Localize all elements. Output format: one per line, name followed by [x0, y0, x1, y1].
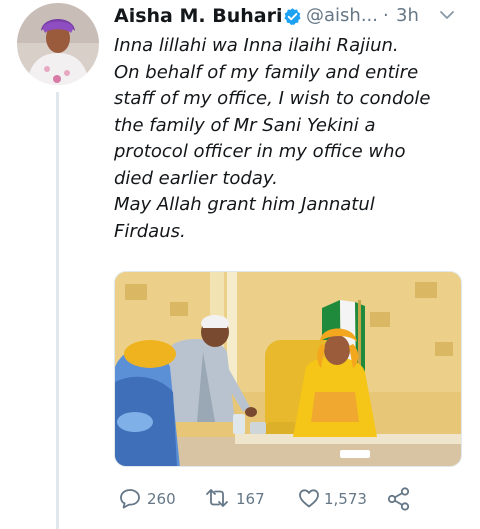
tweet-header: Aisha M. Buhari @aish... · 3h — [114, 4, 470, 30]
tweet-actions: 260 167 1,573 — [114, 484, 474, 514]
retweet-count: 167 — [236, 490, 265, 508]
thread-connector-line — [56, 92, 59, 529]
avatar-photo — [17, 3, 99, 85]
avatar[interactable] — [17, 3, 99, 85]
tweet-media-photo[interactable] — [114, 271, 462, 467]
tweet-line: Inna lillahi wa Inna ilaihi Rajiun. — [114, 35, 399, 56]
tweet-line: died earlier today. — [114, 167, 278, 189]
tweet-timestamp[interactable]: 3h — [396, 5, 419, 27]
author-name[interactable]: Aisha M. Buhari — [114, 4, 282, 28]
retweet-icon — [206, 489, 228, 507]
share-icon — [387, 487, 410, 511]
tweet-line: protocol officer in my office who — [114, 141, 406, 162]
verified-badge-icon — [284, 8, 301, 26]
reply-count: 260 — [147, 490, 176, 508]
photo-scene — [115, 272, 461, 466]
tweet-line: On behalf of my family and entire — [114, 61, 419, 83]
separator-dot: · — [383, 5, 389, 26]
reply-button[interactable]: 260 — [118, 484, 178, 514]
heart-icon — [299, 489, 319, 508]
retweet-button[interactable]: 167 — [204, 484, 265, 514]
like-button[interactable]: 1,573 — [297, 484, 369, 514]
tweet-line: staff of my office, I wish to condole — [114, 88, 431, 109]
share-button[interactable] — [386, 484, 412, 514]
tweet-line: May Allah grant him Jannatul — [114, 194, 375, 215]
tweet-line: the family of Mr Sani Yekini a — [114, 114, 376, 136]
chevron-down-icon[interactable] — [439, 9, 455, 21]
tweet-text: Inna lillahi wa Inna ilaihi Rajiun. On b… — [114, 33, 474, 245]
tweet-line: Firdaus. — [114, 220, 186, 242]
like-count: 1,573 — [324, 490, 367, 508]
reply-icon — [120, 489, 140, 509]
author-handle[interactable]: @aish... — [306, 5, 378, 27]
